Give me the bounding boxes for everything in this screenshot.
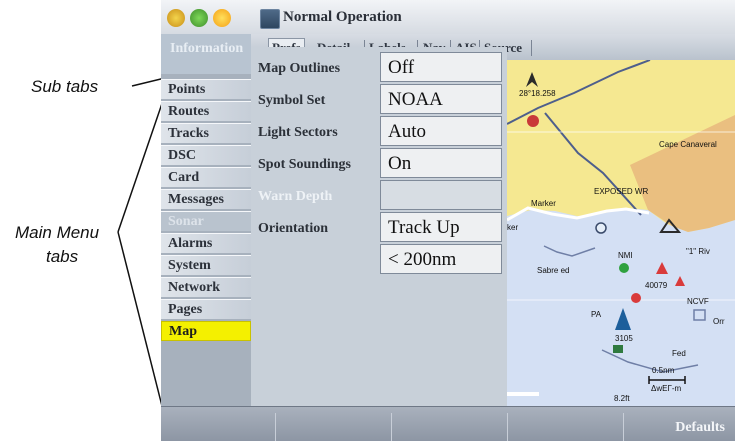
gps-icon bbox=[190, 9, 208, 27]
sabre-label: Sabre ed bbox=[537, 266, 569, 275]
setting-value-range[interactable]: < 200nm bbox=[380, 244, 502, 274]
marker-label: Marker bbox=[531, 199, 556, 208]
marina-icon bbox=[613, 345, 623, 353]
menu-item-tracks[interactable]: Tracks bbox=[161, 123, 251, 143]
ncvf-label: NCVF bbox=[687, 297, 709, 306]
menu-item-dsc[interactable]: DSC bbox=[161, 145, 251, 165]
menu-item-system[interactable]: System bbox=[161, 255, 251, 275]
window-title: Normal Operation bbox=[283, 9, 402, 25]
setting-row: Symbol Set NOAA bbox=[251, 84, 507, 116]
setting-row: Spot Soundings On bbox=[251, 148, 507, 180]
softkey-separator bbox=[507, 413, 508, 441]
waypoint-icon bbox=[527, 115, 539, 127]
buoy-icon bbox=[595, 222, 607, 234]
setting-label-warn-depth: Warn Depth bbox=[258, 189, 333, 204]
setting-row: < 200nm bbox=[251, 244, 507, 276]
setting-label-symbol-set: Symbol Set bbox=[258, 93, 326, 108]
settings-panel: Map Outlines Off Symbol Set NOAA Light S… bbox=[251, 47, 507, 406]
softkey-bar: Defaults bbox=[161, 406, 735, 441]
chartplotter-screen: Normal Operation Prefs Detail Labels Nav… bbox=[161, 0, 735, 441]
ker-label: ker bbox=[507, 223, 518, 232]
exposed-label: EXPOSED WR bbox=[594, 187, 648, 196]
setting-row: Light Sectors Auto bbox=[251, 116, 507, 148]
setting-value-symbol-set[interactable]: NOAA bbox=[380, 84, 502, 114]
mode-icon bbox=[260, 9, 280, 29]
setting-label-spot-soundings: Spot Soundings bbox=[258, 157, 352, 172]
menu-item-points[interactable]: Points bbox=[161, 79, 251, 99]
setting-value-warn-depth bbox=[380, 180, 502, 210]
setting-row: Warn Depth bbox=[251, 180, 507, 212]
setting-row: Map Outlines Off bbox=[251, 52, 507, 84]
setting-label-light-sectors: Light Sectors bbox=[258, 125, 338, 140]
defaults-softkey[interactable]: Defaults bbox=[675, 420, 725, 436]
ais-target-icon bbox=[631, 293, 641, 303]
target-label: 40079 bbox=[645, 281, 668, 290]
setting-value-map-outlines[interactable]: Off bbox=[380, 52, 502, 82]
menu-item-card[interactable]: Card bbox=[161, 167, 251, 187]
title-bar: Normal Operation bbox=[161, 0, 735, 35]
cape-label: Cape Canaveral bbox=[659, 140, 717, 149]
main-menu-callout-line-bottom bbox=[117, 231, 164, 411]
softkey-separator bbox=[623, 413, 624, 441]
menu-item-pages[interactable]: Pages bbox=[161, 299, 251, 319]
battery-icon bbox=[167, 9, 185, 27]
distance-label: 8.2ft bbox=[614, 394, 630, 403]
river-label: "1" Riv bbox=[686, 247, 710, 256]
setting-value-spot-soundings[interactable]: On bbox=[380, 148, 502, 178]
speed-label: ΔwΕΓ-m bbox=[651, 384, 682, 393]
green-buoy-icon bbox=[619, 263, 629, 273]
pa-label: PA bbox=[591, 310, 602, 319]
scale-label: 0.5nm bbox=[652, 366, 675, 375]
softkey-separator bbox=[275, 413, 276, 441]
sun-icon bbox=[213, 9, 231, 27]
menu-item-network[interactable]: Network bbox=[161, 277, 251, 297]
position-label: 28°18.258 bbox=[519, 89, 556, 98]
setting-label-orientation: Orientation bbox=[258, 221, 328, 236]
fed-label: Fed bbox=[672, 349, 686, 358]
orr-label: Orr bbox=[713, 317, 725, 326]
setting-label-map-outlines: Map Outlines bbox=[258, 61, 341, 76]
nmi-label: NMI bbox=[618, 251, 633, 260]
main-menu-header: Information bbox=[161, 34, 251, 74]
setting-value-orientation[interactable]: Track Up bbox=[380, 212, 502, 242]
menu-item-alarms[interactable]: Alarms bbox=[161, 233, 251, 253]
menu-item-sonar: Sonar bbox=[161, 211, 251, 231]
depth-label: 3105 bbox=[615, 334, 633, 343]
setting-value-light-sectors[interactable]: Auto bbox=[380, 116, 502, 146]
menu-item-messages[interactable]: Messages bbox=[161, 189, 251, 209]
setting-row: Orientation Track Up bbox=[251, 212, 507, 244]
main-menu: Points Routes Tracks DSC Card Messages S… bbox=[161, 79, 251, 343]
menu-item-routes[interactable]: Routes bbox=[161, 101, 251, 121]
tab-separator bbox=[531, 40, 532, 56]
menu-item-map[interactable]: Map bbox=[161, 321, 251, 341]
chart-map[interactable]: 28°18.258 Cape Canaveral EXPOSED WR Mark… bbox=[507, 60, 735, 406]
softkey-separator bbox=[391, 413, 392, 441]
map-graphic: 28°18.258 Cape Canaveral EXPOSED WR Mark… bbox=[507, 60, 735, 406]
